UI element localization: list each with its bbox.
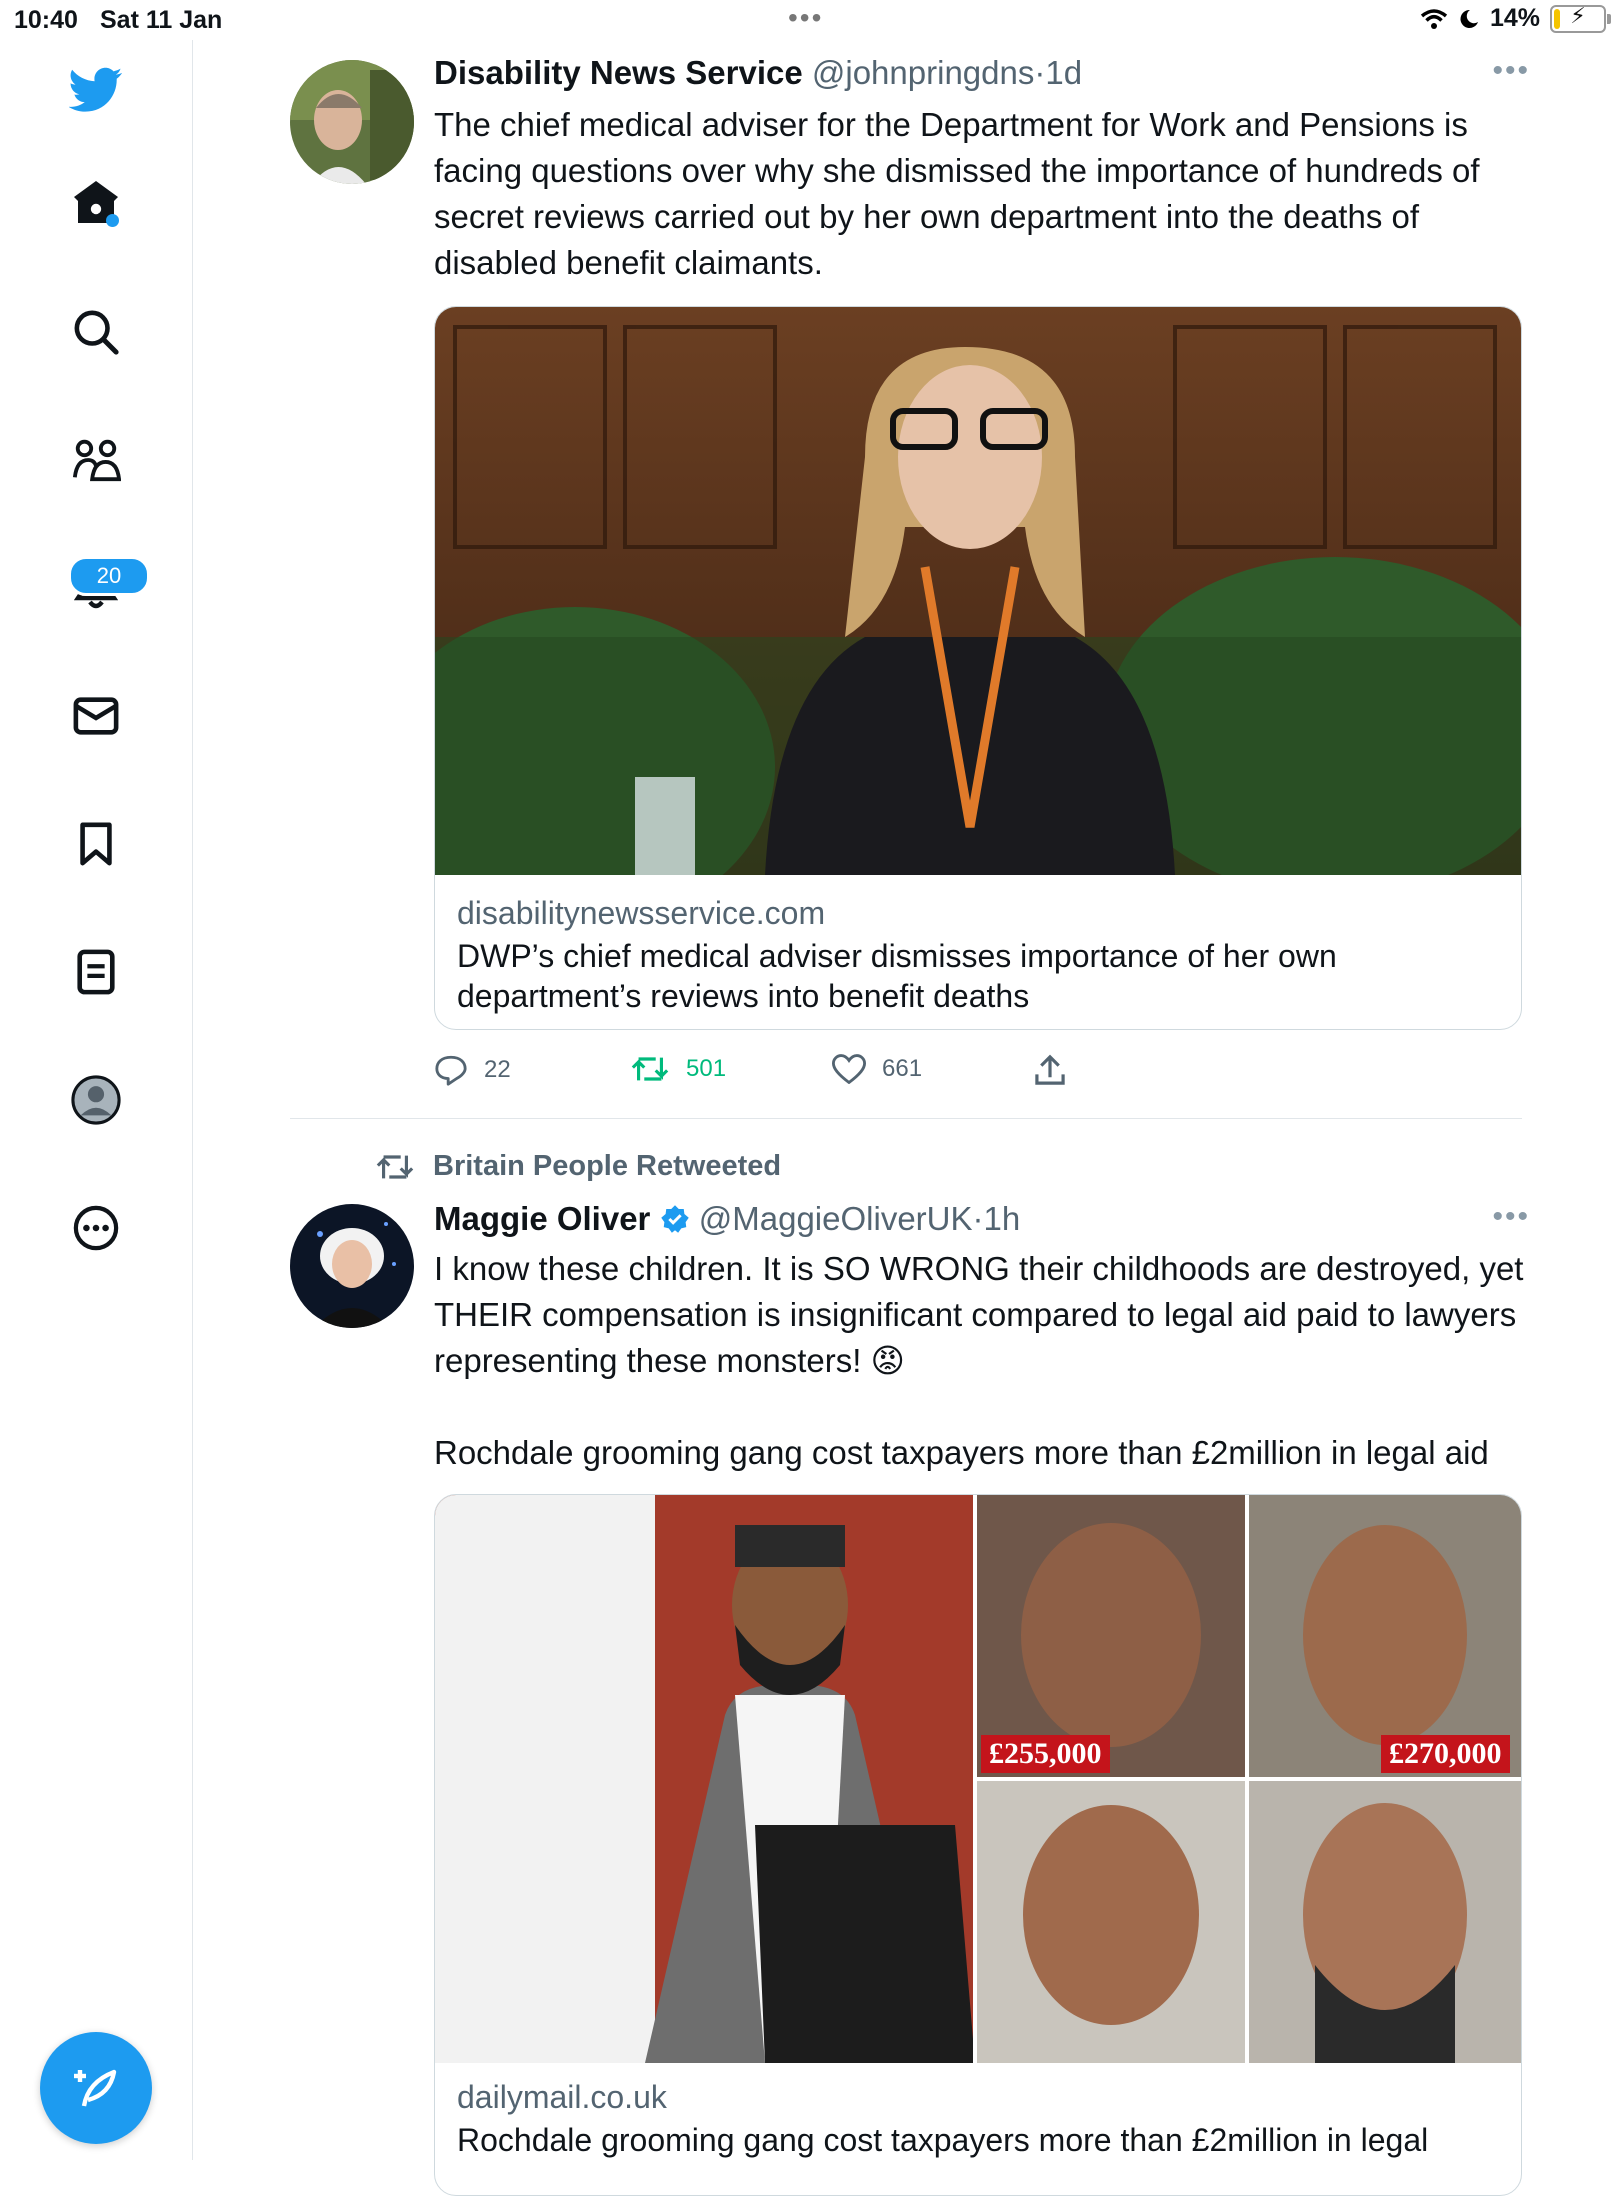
heart-icon xyxy=(832,1054,866,1084)
card-title: DWP’s chief medical adviser dismisses im… xyxy=(457,938,1337,1014)
do-not-disturb-moon-icon xyxy=(1460,9,1478,28)
retweet-count: 501 xyxy=(686,1055,727,1082)
wifi-icon xyxy=(1420,8,1448,29)
reply-icon xyxy=(435,1055,467,1086)
like-count: 661 xyxy=(882,1055,923,1082)
notifications-badge: 20 xyxy=(68,556,150,596)
tweet[interactable]: Disability News Service @johnpringdns·1d… xyxy=(290,40,1528,1120)
lists-icon xyxy=(77,949,115,995)
like-button[interactable]: 661 xyxy=(832,1054,922,1084)
tweet-divider xyxy=(290,1118,1522,1119)
share-icon xyxy=(1035,1054,1065,1085)
tweet-text: The chief medical adviser for the Depart… xyxy=(434,106,1480,281)
tweet-header: Maggie Oliver @MaggieOliverUK·1h xyxy=(434,1200,1020,1238)
avatar[interactable] xyxy=(290,1204,414,1328)
tweet-more-icon[interactable]: ••• xyxy=(1492,1200,1530,1234)
tweet[interactable]: Maggie Oliver @MaggieOliverUK·1h ••• I k… xyxy=(290,1190,1528,2196)
separator: · xyxy=(1034,54,1046,91)
card-domain: disabilitynewsservice.com xyxy=(457,895,826,931)
nav-lists[interactable] xyxy=(56,932,136,1012)
verified-badge-icon xyxy=(660,1205,689,1233)
tweet-text-second-paragraph: Rochdale grooming gang cost taxpayers mo… xyxy=(434,1434,1489,1471)
compose-feather-icon xyxy=(74,2069,117,2107)
tweet-actions: 22 501 661 xyxy=(434,1046,1334,1096)
tweet-more-icon[interactable]: ••• xyxy=(1492,54,1530,88)
author-handle[interactable]: @johnpringdns xyxy=(812,54,1034,91)
card-domain: dailymail.co.uk xyxy=(457,2079,667,2115)
author-name[interactable]: Maggie Oliver xyxy=(434,1200,650,1237)
twitter-logo[interactable] xyxy=(56,50,136,130)
retweet-context[interactable]: Britain People Retweeted xyxy=(375,1150,781,1183)
status-time: 10:40 xyxy=(14,6,78,34)
status-indicators: 14% ⚡ xyxy=(1420,2,1611,33)
tweet-time[interactable]: 1d xyxy=(1045,54,1082,91)
tweet-header: Disability News Service @johnpringdns·1d xyxy=(434,54,1082,92)
more-icon xyxy=(73,1205,119,1251)
twitter-bird-icon xyxy=(69,67,123,112)
retweet-icon xyxy=(631,1057,669,1081)
status-date: Sat 11 Jan xyxy=(100,6,223,34)
nav-communities[interactable] xyxy=(56,420,136,500)
nav-profile[interactable] xyxy=(56,1060,136,1140)
compose-tweet-button[interactable] xyxy=(40,2032,152,2144)
author-name[interactable]: Disability News Service xyxy=(434,54,803,91)
card-image xyxy=(435,1495,1521,2063)
search-icon xyxy=(74,310,119,355)
retweet-button[interactable]: 501 xyxy=(630,1054,726,1084)
reply-count: 22 xyxy=(484,1056,511,1083)
multitasking-dots-icon[interactable]: ••• xyxy=(788,2,823,34)
communities-icon xyxy=(72,439,121,482)
charging-bolt-icon: ⚡ xyxy=(1570,2,1586,28)
sidebar: 20 xyxy=(0,40,193,2160)
card-image xyxy=(435,307,1521,875)
status-bar: 10:40 Sat 11 Jan ••• 14% ⚡ xyxy=(0,0,1620,40)
nav-home[interactable] xyxy=(56,162,136,242)
retweeted-by-label: Britain People Retweeted xyxy=(433,1150,782,1182)
battery-icon: ⚡ xyxy=(1550,2,1611,33)
nav-search[interactable] xyxy=(56,292,136,372)
home-new-indicator xyxy=(106,214,119,227)
reply-button[interactable]: 22 xyxy=(434,1054,511,1086)
nav-bookmarks[interactable] xyxy=(56,804,136,884)
avatar[interactable] xyxy=(290,60,414,184)
separator: · xyxy=(972,1200,984,1237)
retweet-icon xyxy=(376,1154,414,1179)
link-card[interactable]: disabilitynewsservice.com DWP’s chief me… xyxy=(434,306,1522,1030)
nav-more[interactable] xyxy=(56,1188,136,1268)
link-card[interactable]: £255,000 £270,000 dailymail.co.uk Rochda… xyxy=(434,1494,1522,2196)
tweet-time[interactable]: 1h xyxy=(984,1200,1021,1237)
bookmarks-icon xyxy=(80,822,112,866)
legal-aid-amount-tag: £270,000 xyxy=(1381,1735,1510,1773)
share-button[interactable] xyxy=(1034,1054,1066,1086)
legal-aid-amount-tag: £255,000 xyxy=(981,1735,1110,1773)
battery-percent: 14% xyxy=(1489,4,1540,32)
nav-messages[interactable] xyxy=(56,676,136,756)
card-title: Rochdale grooming gang cost taxpayers mo… xyxy=(457,2122,1429,2158)
messages-icon xyxy=(73,697,119,735)
tweet-text: I know these children. It is SO WRONG th… xyxy=(434,1250,1524,1379)
author-handle[interactable]: @MaggieOliverUK xyxy=(699,1200,973,1237)
profile-icon xyxy=(71,1075,121,1125)
